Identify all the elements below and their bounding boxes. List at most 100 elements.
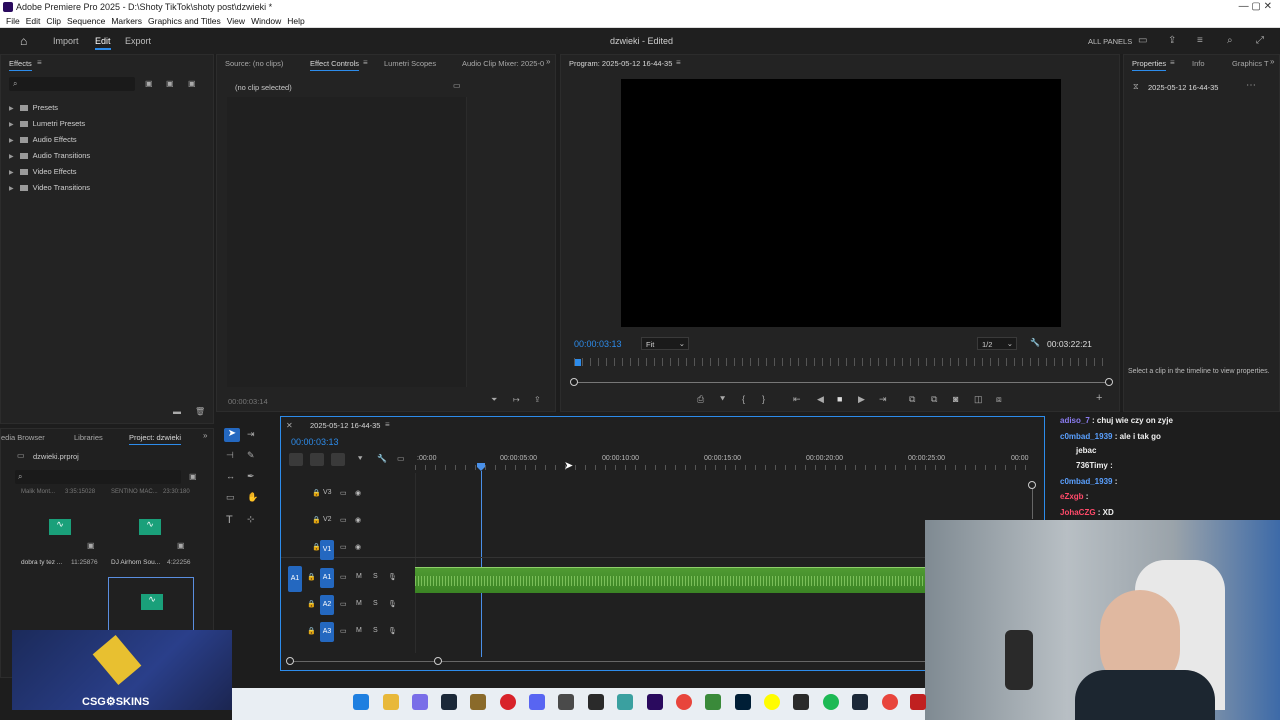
timeline-h-scrollbar[interactable]	[289, 661, 929, 662]
tab-menu-icon[interactable]: ≡	[37, 58, 42, 67]
tab-libraries[interactable]: Libraries	[74, 433, 103, 442]
trash-icon[interactable]: 🗑	[195, 407, 205, 416]
track-label[interactable]: V3	[323, 489, 332, 496]
mic-icon[interactable]: 🎙	[388, 600, 397, 608]
panel-icon[interactable]: ▭	[1138, 35, 1147, 46]
tab-menu-icon[interactable]: ≡	[385, 420, 390, 429]
add-marker-icon[interactable]: ⯆	[357, 454, 363, 464]
tab-lumetri-scopes[interactable]: Lumetri Scopes	[384, 59, 436, 68]
steam-icon[interactable]	[852, 694, 868, 710]
vertical-scroll-handle[interactable]	[1028, 481, 1036, 489]
menu-edit[interactable]: Edit	[26, 14, 41, 28]
menu-window[interactable]: Window	[251, 14, 281, 28]
home-icon[interactable]: ⌂	[20, 34, 27, 48]
copilot-icon[interactable]	[412, 694, 428, 710]
more-tabs-icon[interactable]: »	[203, 431, 207, 440]
tab-media-browser[interactable]: edia Browser	[1, 433, 45, 442]
share-icon[interactable]: ⇪	[1168, 35, 1176, 46]
window-controls[interactable]: — ▢ ✕	[1239, 1, 1272, 12]
go-to-in-icon[interactable]: ⇤	[793, 394, 801, 405]
selection-tool-icon[interactable]: ➤	[224, 428, 240, 442]
mute-button[interactable]: M	[356, 627, 362, 634]
caption-tool-icon[interactable]: ⊹	[247, 514, 255, 525]
snap-icon[interactable]	[310, 453, 324, 466]
solo-button[interactable]: S	[373, 627, 378, 634]
accelerated-effects-icon[interactable]: ▣	[145, 79, 153, 88]
pen-tool-icon[interactable]: ✒	[247, 471, 255, 482]
menu-sequence[interactable]: Sequence	[67, 14, 105, 28]
app-icon[interactable]	[558, 694, 574, 710]
scroll-handle-right[interactable]	[434, 657, 442, 665]
export-frame-icon[interactable]: ⎙	[697, 394, 704, 405]
tree-item-presets[interactable]: ▶ Presets	[9, 103, 58, 112]
add-marker-icon[interactable]: ⯆	[719, 394, 726, 405]
tree-item-video-effects[interactable]: ▶ Video Effects	[9, 167, 77, 176]
stop-icon[interactable]: ■	[837, 394, 842, 404]
track-label[interactable]: A2	[320, 595, 334, 615]
playhead-line[interactable]	[481, 471, 482, 657]
32bit-effects-icon[interactable]: ▣	[166, 79, 174, 88]
mute-button[interactable]: M	[356, 600, 362, 607]
track-label[interactable]: V1	[320, 540, 334, 560]
filter-icon[interactable]: ⏷	[491, 395, 497, 405]
timeline-tab[interactable]: 2025-05-12 16-44-35	[310, 421, 380, 430]
more-tabs-icon[interactable]: »	[1270, 57, 1274, 66]
opera-icon[interactable]	[500, 694, 516, 710]
mute-button[interactable]: M	[356, 573, 362, 580]
tab-menu-icon[interactable]: ≡	[363, 58, 368, 67]
tab-effect-controls[interactable]: Effect Controls	[310, 59, 360, 71]
yuv-effects-icon[interactable]: ▣	[188, 79, 196, 88]
step-back-icon[interactable]: ◀	[817, 394, 824, 405]
menu-markers[interactable]: Markers	[111, 14, 142, 28]
mark-in-icon[interactable]: {	[742, 394, 745, 404]
eye-icon[interactable]: ◉	[355, 516, 361, 524]
tab-audio-clip-mixer[interactable]: Audio Clip Mixer: 2025-0	[462, 59, 544, 68]
scroll-handle-right[interactable]	[1105, 378, 1113, 386]
vertical-scrollbar[interactable]	[1032, 489, 1033, 519]
track-select-icon[interactable]: ⇥	[247, 429, 255, 440]
sync-lock-icon[interactable]: ▭	[340, 600, 347, 608]
program-timecode[interactable]: 00:00:03:13	[574, 339, 622, 349]
clip-thumbnail[interactable]: ∿ ▣	[21, 501, 99, 553]
new-bin-icon[interactable]: ▣	[189, 472, 197, 481]
audio-clip[interactable]	[415, 567, 926, 593]
edit-tab[interactable]: Edit	[95, 36, 111, 50]
nest-toggle-icon[interactable]	[289, 453, 303, 466]
wrench-icon[interactable]: 🔧	[377, 454, 387, 463]
slip-tool-icon[interactable]: ↔	[226, 471, 235, 481]
tab-menu-icon[interactable]: ≡	[1170, 58, 1175, 67]
lock-icon[interactable]: 🔒	[307, 573, 316, 581]
tree-item-video-transitions[interactable]: ▶ Video Transitions	[9, 183, 90, 192]
scroll-handle-left[interactable]	[570, 378, 578, 386]
mark-out-icon[interactable]: }	[762, 394, 765, 404]
photoshop-icon[interactable]	[735, 694, 751, 710]
more-icon[interactable]: ⋯	[1246, 80, 1256, 91]
camera-icon[interactable]: ◙	[953, 394, 958, 404]
tab-source[interactable]: Source: (no clips)	[225, 59, 283, 68]
sync-lock-icon[interactable]: ▭	[340, 627, 347, 635]
menu-view[interactable]: View	[227, 14, 245, 28]
app-icon[interactable]	[617, 694, 633, 710]
import-tab[interactable]: Import	[53, 36, 79, 46]
tab-graphics[interactable]: Graphics T	[1232, 59, 1269, 68]
program-video-frame[interactable]	[621, 79, 1061, 327]
source-patch-a1[interactable]: A1	[288, 566, 302, 592]
timeline-timecode[interactable]: 00:00:03:13	[291, 437, 339, 447]
lift-icon[interactable]: ⧉	[909, 394, 915, 405]
sync-lock-icon[interactable]: ▭	[340, 489, 347, 497]
export-icon[interactable]: ⇪	[534, 395, 541, 404]
app-icon[interactable]	[588, 694, 604, 710]
eye-icon[interactable]: ◉	[355, 543, 361, 551]
windows-start-icon[interactable]	[353, 694, 369, 710]
track-label[interactable]: V2	[323, 516, 332, 523]
play-audio-icon[interactable]: ↦	[513, 395, 520, 404]
app-icon[interactable]	[793, 694, 809, 710]
tab-info[interactable]: Info	[1192, 59, 1205, 68]
premiere-taskbar-icon[interactable]	[647, 694, 663, 710]
extract-icon[interactable]: ⧉	[931, 394, 937, 405]
clip-thumbnail[interactable]: ∿ ▣	[111, 501, 189, 553]
tree-item-lumetri[interactable]: ▶ Lumetri Presets	[9, 119, 85, 128]
menu-clip[interactable]: Clip	[46, 14, 61, 28]
program-ruler[interactable]	[574, 358, 1110, 366]
chrome-icon[interactable]	[676, 694, 692, 710]
